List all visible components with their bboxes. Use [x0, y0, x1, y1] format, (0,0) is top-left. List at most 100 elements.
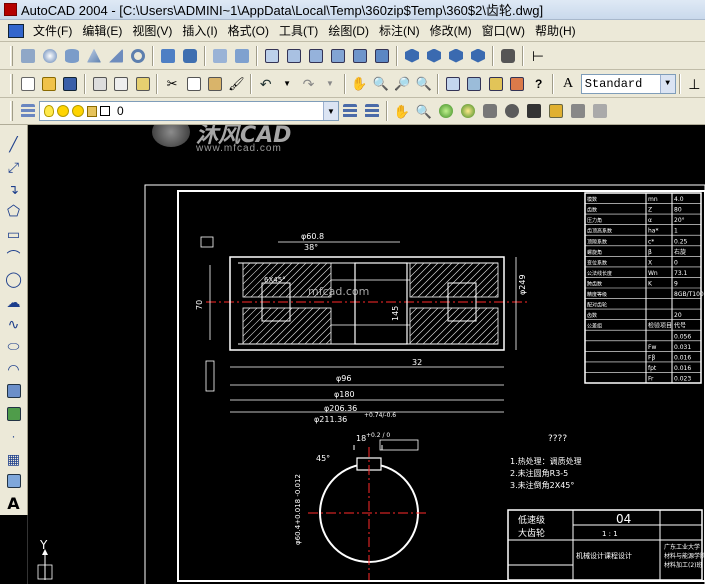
toolbar-grip[interactable] [10, 101, 13, 121]
chevron-down-icon[interactable]: ▼ [323, 102, 338, 120]
cut-icon[interactable]: ✂ [162, 74, 181, 94]
ellipse-icon[interactable]: ⬭ [4, 336, 24, 356]
3d-pan-icon[interactable] [232, 46, 252, 66]
save-icon[interactable] [61, 74, 80, 94]
zoom-window-icon[interactable]: 🔎 [392, 74, 411, 94]
sphere-icon[interactable] [40, 46, 60, 66]
view-top-icon[interactable] [262, 46, 282, 66]
hatch-icon[interactable]: ▦ [4, 449, 24, 469]
make-block-icon[interactable] [4, 404, 24, 424]
print-icon[interactable] [90, 74, 109, 94]
menu-window[interactable]: 窗口(W) [477, 22, 530, 39]
view-back-icon[interactable] [372, 46, 392, 66]
menu-draw[interactable]: 绘图(D) [323, 22, 374, 39]
materials-icon[interactable] [502, 101, 522, 121]
toolbar-grip[interactable] [10, 73, 13, 94]
text-style-select[interactable]: Standard ▼ [580, 73, 676, 94]
toolbar-separator [84, 73, 87, 94]
box-icon[interactable] [18, 46, 38, 66]
site-watermark: 沐风CAD www.mfcad.com [152, 125, 352, 159]
chevron-down-icon[interactable]: ▼ [659, 74, 675, 93]
cone-icon[interactable] [84, 46, 104, 66]
paste-icon[interactable] [205, 74, 224, 94]
statistics-icon[interactable] [590, 101, 610, 121]
multiline-text-icon[interactable]: A [4, 494, 24, 514]
view-right-icon[interactable] [328, 46, 348, 66]
menu-tools[interactable]: 工具(T) [274, 22, 323, 39]
landscape-icon[interactable] [546, 101, 566, 121]
iso-se-icon[interactable] [424, 46, 444, 66]
scene-icon[interactable] [480, 101, 500, 121]
toolbar-grip[interactable] [10, 45, 13, 66]
polygon-icon[interactable]: ⬠ [4, 201, 24, 221]
revolve-icon[interactable] [180, 46, 200, 66]
polyline-icon[interactable]: ↴ [4, 179, 24, 199]
drawing-canvas[interactable]: 模数 mn 4.0 齿数 Z 80 压力角 α 20° 齿顶高系数 ha* 1 顶隙系数 c* 0.25 螺旋… [28, 125, 705, 584]
layer-manager-icon[interactable] [18, 101, 38, 121]
menu-help[interactable]: 帮助(H) [530, 22, 581, 39]
background-icon[interactable] [524, 101, 544, 121]
wedge-icon[interactable] [106, 46, 126, 66]
zoom-in-icon[interactable]: 🔍 [414, 101, 434, 121]
region-icon[interactable] [4, 471, 24, 491]
zoom-previous-icon[interactable]: 🔍 [414, 74, 433, 94]
design-center-icon[interactable] [465, 74, 484, 94]
iso-nw-icon[interactable] [468, 46, 488, 66]
rectangle-icon[interactable]: ▭ [4, 224, 24, 244]
ellipse-arc-icon[interactable]: ◠ [4, 359, 24, 379]
text-style-icon[interactable]: A [558, 74, 577, 94]
fog-icon[interactable] [568, 101, 588, 121]
redo-icon[interactable]: ↷ [299, 74, 318, 94]
tool-palettes-icon[interactable] [486, 74, 505, 94]
3d-orbit-icon[interactable] [210, 46, 230, 66]
camera-icon[interactable] [498, 46, 518, 66]
pan-realtime-icon[interactable]: ✋ [392, 101, 412, 121]
torus-icon[interactable] [128, 46, 148, 66]
iso-ne-icon[interactable] [446, 46, 466, 66]
open-folder-icon[interactable] [39, 74, 58, 94]
copy-icon[interactable] [184, 74, 203, 94]
markup-icon[interactable] [508, 74, 527, 94]
redo-dropdown-icon[interactable]: ▼ [320, 74, 339, 94]
new-file-icon[interactable] [18, 74, 37, 94]
arc-icon[interactable]: ⌒ [4, 246, 24, 266]
window-titlebar[interactable]: AutoCAD 2004 - [C:\Users\ADMINI~1\AppDat… [0, 0, 705, 20]
view-bottom-icon[interactable] [284, 46, 304, 66]
iso-sw-icon[interactable] [402, 46, 422, 66]
menu-view[interactable]: 视图(V) [127, 22, 177, 39]
menu-format[interactable]: 格式(O) [223, 22, 274, 39]
revision-cloud-icon[interactable]: ☁ [4, 291, 24, 311]
menu-insert[interactable]: 插入(I) [177, 22, 222, 39]
render-icon[interactable] [436, 101, 456, 121]
dim-style-icon[interactable]: ⊥ [685, 74, 704, 94]
menu-dimension[interactable]: 标注(N) [374, 22, 425, 39]
pan-icon[interactable]: ✋ [350, 74, 369, 94]
undo-dropdown-icon[interactable]: ▼ [277, 74, 296, 94]
insert-block-icon[interactable] [4, 381, 24, 401]
layer-previous-icon[interactable] [362, 101, 382, 121]
menu-file[interactable]: 文件(F) [28, 22, 77, 39]
line-icon[interactable]: ╱ [4, 134, 24, 154]
dim-linear-icon[interactable]: ⊢ [528, 46, 548, 66]
view-front-icon[interactable] [350, 46, 370, 66]
match-properties-icon[interactable]: 🖌 [227, 74, 246, 94]
lights-icon[interactable] [458, 101, 478, 121]
print-preview-icon[interactable] [112, 74, 131, 94]
zoom-realtime-icon[interactable]: 🔍 [371, 74, 390, 94]
cylinder-icon[interactable] [62, 46, 82, 66]
publish-icon[interactable] [133, 74, 152, 94]
layer-select[interactable]: 0 ▼ [39, 101, 339, 121]
spline-icon[interactable]: ∿ [4, 314, 24, 334]
extrude-icon[interactable] [158, 46, 178, 66]
undo-icon[interactable]: ↶ [256, 74, 275, 94]
circle-icon[interactable]: ◯ [4, 269, 24, 289]
menu-edit[interactable]: 编辑(E) [77, 22, 127, 39]
document-icon[interactable] [8, 23, 24, 38]
construction-line-icon[interactable]: ⤢ [4, 156, 24, 176]
make-object-layer-current-icon[interactable] [340, 101, 360, 121]
view-left-icon[interactable] [306, 46, 326, 66]
properties-icon[interactable] [443, 74, 462, 94]
help-icon[interactable]: ? [529, 74, 548, 94]
menu-modify[interactable]: 修改(M) [425, 22, 477, 39]
point-icon[interactable]: · [4, 426, 24, 446]
